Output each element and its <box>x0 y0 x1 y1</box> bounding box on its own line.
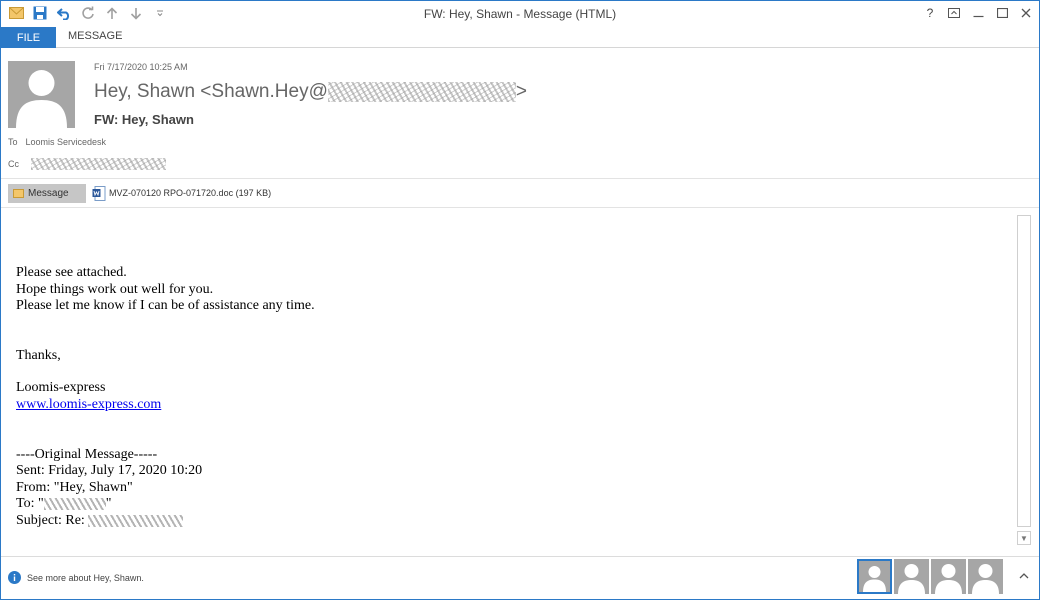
help-button[interactable]: ? <box>921 3 939 23</box>
scroll-down-button[interactable]: ▼ <box>1017 531 1031 545</box>
info-icon <box>8 571 21 584</box>
body-line: Please see attached. <box>16 265 127 280</box>
body-thanks: Thanks, <box>16 347 61 363</box>
person-silhouette-icon <box>898 564 925 594</box>
redacted-to-recipient <box>43 498 106 511</box>
to-label: To <box>8 137 18 147</box>
minimize-button[interactable] <box>969 3 987 23</box>
sender-avatar[interactable] <box>8 61 75 128</box>
body-company: Loomis-express <box>16 380 106 396</box>
attachment-divider <box>1 207 1039 208</box>
person-silhouette-icon <box>935 564 962 594</box>
attachment-file-name: MVZ-070120 RPO-071720.doc (197 KB) <box>109 188 272 198</box>
scrollbar-track[interactable] <box>1017 215 1031 527</box>
close-button[interactable] <box>1017 3 1035 23</box>
sender-close-bracket: > <box>515 81 527 102</box>
tab-file[interactable]: FILE <box>1 27 56 48</box>
original-message-header: ----Original Message----- <box>16 446 158 462</box>
people-pane-avatars <box>857 559 1003 594</box>
message-button-label: Message <box>28 187 69 199</box>
to-row: To Loomis Servicedesk <box>8 137 106 147</box>
people-pane-info[interactable]: See more about Hey, Shawn. <box>8 571 144 584</box>
window-title: FW: Hey, Shawn - Message (HTML) <box>423 7 617 21</box>
company-website-link[interactable]: www.loomis-express.com <box>16 397 161 412</box>
ribbon-display-options-button[interactable] <box>945 3 963 23</box>
cc-label: Cc <box>8 159 19 169</box>
original-from: From: "Hey, Shawn" <box>16 479 133 495</box>
message-subject: FW: Hey, Shawn <box>94 112 194 127</box>
body-line: Hope things work out well for you. <box>16 281 214 297</box>
person-avatar[interactable] <box>857 559 892 594</box>
original-to-suffix: " <box>105 496 112 512</box>
envelope-small-icon <box>13 188 24 198</box>
redacted-cc-recipient <box>31 158 166 170</box>
person-avatar[interactable] <box>894 559 929 594</box>
original-to: To: " " <box>16 496 315 513</box>
body-scrollbar[interactable]: ▼ <box>1017 215 1031 549</box>
outlook-message-window: FW: Hey, Shawn - Message (HTML) ? FILE M… <box>0 0 1040 600</box>
sender-name-text: Hey, Shawn <Shawn.Hey@ <box>94 81 328 102</box>
ribbon-tabs: FILE MESSAGE <box>1 27 1039 48</box>
word-document-icon <box>92 185 106 201</box>
body-line: Please let me know if I can be of assist… <box>16 298 315 314</box>
person-silhouette-icon <box>972 564 999 594</box>
to-recipient[interactable]: Loomis Servicedesk <box>26 137 107 147</box>
person-avatar[interactable] <box>931 559 966 594</box>
maximize-button[interactable] <box>993 3 1011 23</box>
cc-row: Cc <box>8 158 166 170</box>
redacted-subject <box>88 514 184 527</box>
header-divider <box>1 178 1039 179</box>
sent-date: Fri 7/17/2020 10:25 AM <box>94 62 188 72</box>
people-pane-info-text: See more about Hey, Shawn. <box>27 572 144 583</box>
tab-message[interactable]: MESSAGE <box>68 30 122 42</box>
message-button[interactable]: Message <box>8 183 86 203</box>
attachment-bar: Message MVZ-070120 RPO-071720.doc (197 K… <box>8 183 271 203</box>
original-sent: Sent: Friday, July 17, 2020 10:20 <box>16 463 203 479</box>
title-bar: FW: Hey, Shawn - Message (HTML) ? <box>1 1 1039 27</box>
attachment-item[interactable]: MVZ-070120 RPO-071720.doc (197 KB) <box>92 185 272 201</box>
message-body: Please see attached. Hope things work ou… <box>16 265 315 530</box>
original-subject-prefix: Subject: Re: <box>16 512 89 528</box>
original-to-prefix: To: " <box>16 496 44 512</box>
window-controls: ? <box>921 3 1035 23</box>
person-silhouette-icon <box>16 70 67 128</box>
sender-address[interactable]: Hey, Shawn <Shawn.Hey@ > <box>94 81 527 103</box>
original-subject: Subject: Re: <box>16 513 315 530</box>
people-pane-divider <box>1 556 1039 557</box>
person-avatar[interactable] <box>968 559 1003 594</box>
redacted-email-domain <box>327 81 516 102</box>
person-silhouette-icon <box>863 566 886 592</box>
collapse-people-pane-chevron-up-icon[interactable] <box>1019 571 1029 583</box>
